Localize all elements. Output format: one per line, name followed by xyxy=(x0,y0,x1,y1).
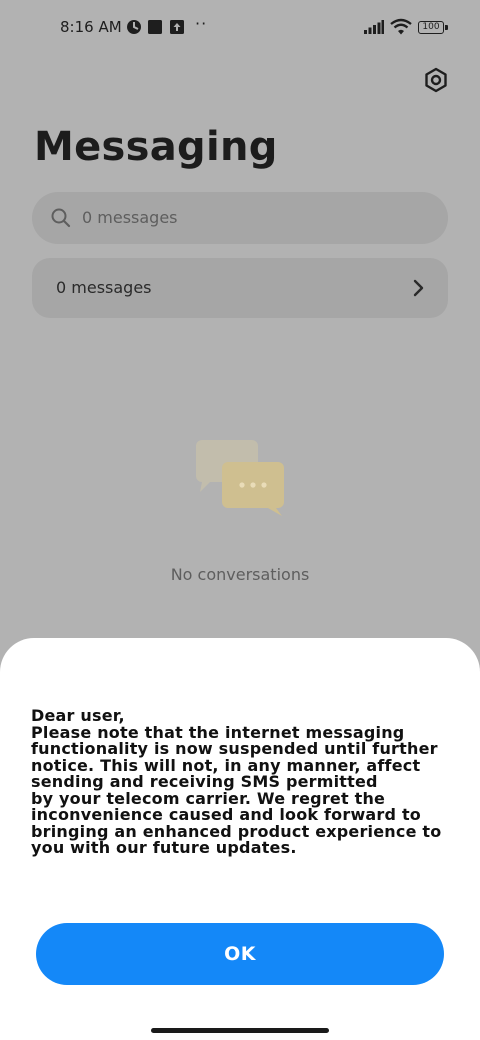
messages-row-label: 0 messages xyxy=(56,278,152,297)
upload-icon xyxy=(170,20,184,34)
status-time: 8:16 AM xyxy=(60,18,122,36)
chat-bubbles-icon xyxy=(196,440,284,516)
search-bar[interactable]: 0 messages xyxy=(32,192,448,244)
wifi-icon xyxy=(390,18,412,35)
page-title: Messaging xyxy=(34,124,278,170)
more-notifications: ·· xyxy=(195,14,208,33)
messages-row[interactable]: 0 messages xyxy=(32,258,448,318)
dialog-line: you with our future updates. xyxy=(31,838,297,857)
battery-icon: 100 xyxy=(418,21,444,34)
home-indicator[interactable] xyxy=(151,1028,329,1033)
search-input[interactable]: 0 messages xyxy=(82,208,178,227)
battery-tip xyxy=(445,25,448,30)
status-circle-icon xyxy=(127,20,141,34)
notice-dialog: Dear user, Please note that the internet… xyxy=(0,638,480,1040)
search-icon xyxy=(51,208,71,228)
settings-gear-icon[interactable] xyxy=(420,64,452,96)
empty-state-text: No conversations xyxy=(170,565,310,584)
dialog-message: Dear user, Please note that the internet… xyxy=(31,707,471,857)
ok-button[interactable]: OK xyxy=(36,923,444,985)
signal-icon xyxy=(364,20,384,34)
status-bar: 8:16 AM ·· 100 xyxy=(0,0,480,56)
chevron-right-icon xyxy=(413,279,424,297)
status-square-icon xyxy=(148,20,162,34)
